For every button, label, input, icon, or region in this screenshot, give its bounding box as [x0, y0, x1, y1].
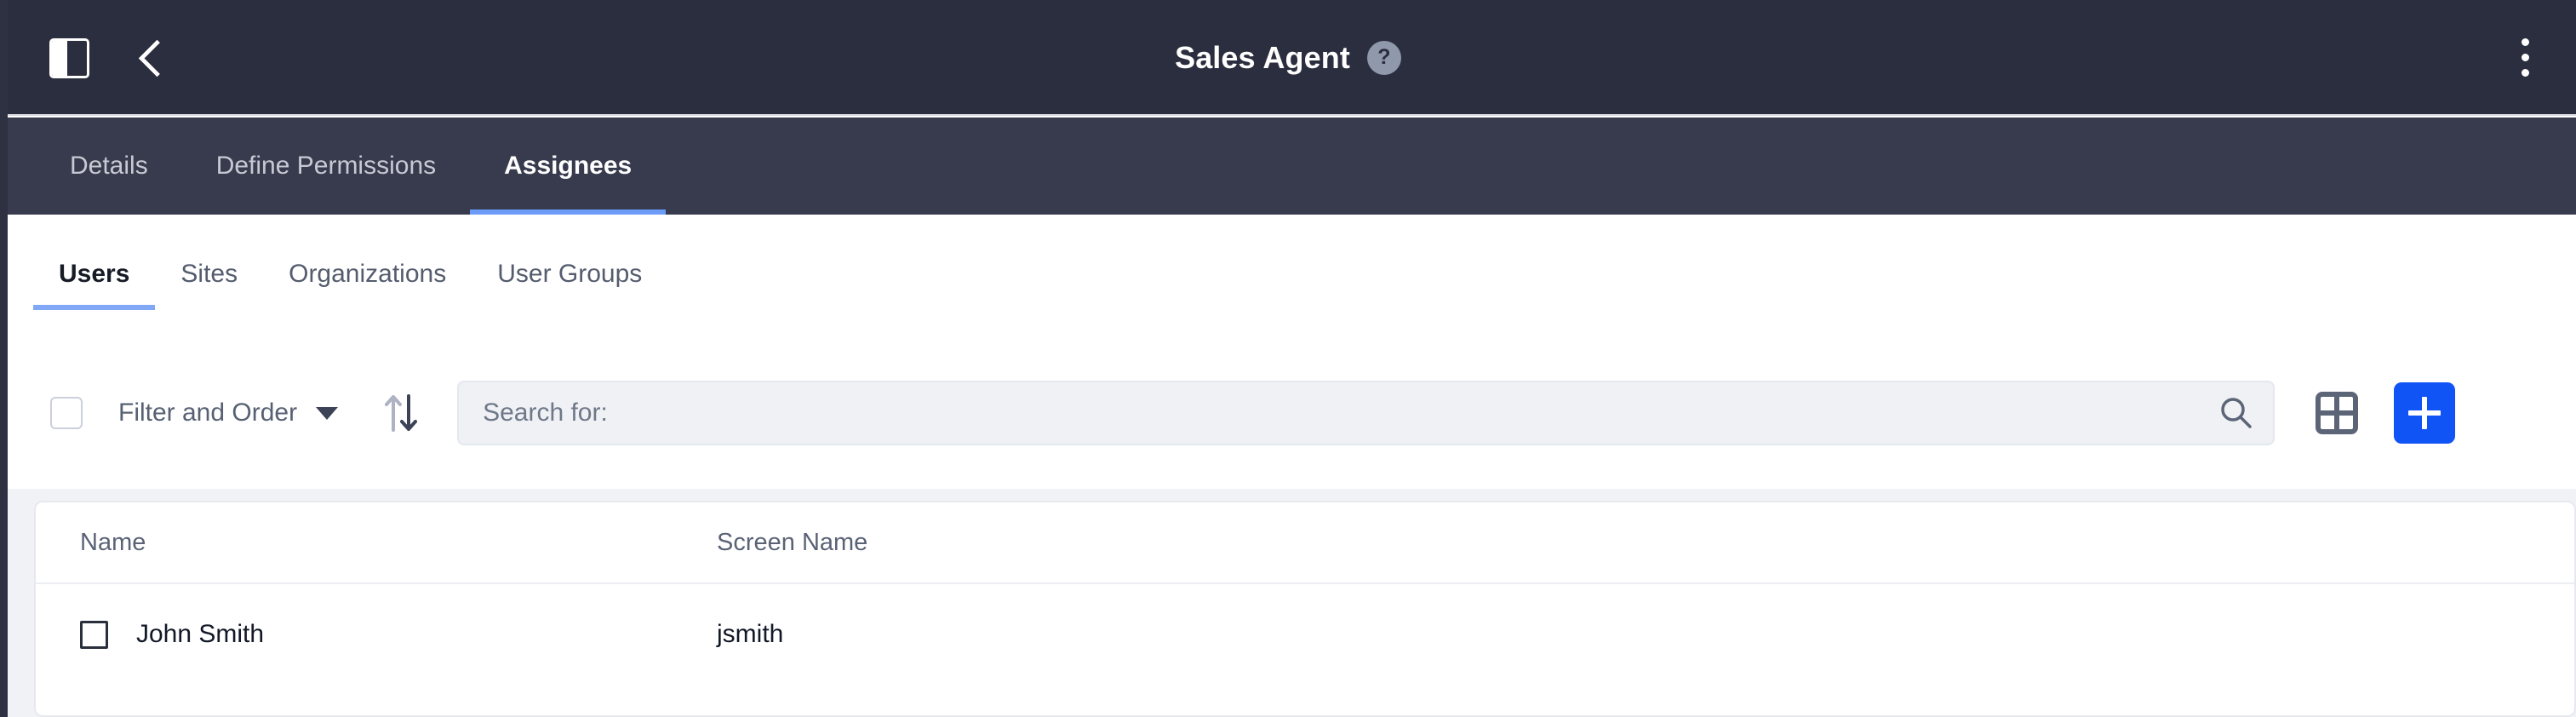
results-area: Name Screen Name John Smith jsmith: [8, 489, 2576, 717]
search-input[interactable]: [459, 382, 2201, 444]
kebab-dot: [2521, 68, 2529, 77]
filter-and-order-label: Filter and Order: [118, 399, 298, 427]
sub-tab-list: Users Sites Organizations User Groups: [33, 238, 667, 310]
tab-label: Define Permissions: [215, 152, 437, 180]
subtab-label: Users: [59, 260, 130, 288]
select-all-checkbox[interactable]: [50, 397, 83, 429]
header-left-controls: [49, 0, 168, 116]
cell-screen-name: jsmith: [717, 620, 784, 648]
tab-assignees[interactable]: Assignees: [470, 118, 667, 215]
app-root: Sales Agent ? Details Define Permissions…: [0, 0, 2576, 717]
assignees-panel: Users Sites Organizations User Groups Fi…: [8, 215, 2576, 489]
primary-tab-list: Details Define Permissions Assignees: [36, 118, 667, 215]
management-toolbar: Filter and Order: [8, 366, 2576, 460]
subtab-users[interactable]: Users: [33, 238, 156, 310]
primary-tab-bar: Details Define Permissions Assignees: [0, 118, 2576, 215]
plus-icon: [2408, 397, 2441, 429]
subtab-sites[interactable]: Sites: [155, 238, 263, 310]
subtab-organizations[interactable]: Organizations: [263, 238, 472, 310]
header-title-group: Sales Agent ?: [0, 0, 2576, 116]
page-title: Sales Agent: [1175, 40, 1350, 75]
table-header-row: Name Screen Name: [36, 502, 2574, 584]
magnifier-icon[interactable]: [2200, 382, 2273, 444]
kebab-vertical-icon[interactable]: [2506, 32, 2544, 83]
subtab-label: Organizations: [289, 260, 447, 288]
add-assignee-button[interactable]: [2394, 382, 2456, 444]
tab-label: Assignees: [504, 152, 633, 180]
grid-view-icon[interactable]: [2312, 388, 2361, 438]
row-select-checkbox[interactable]: [80, 620, 108, 649]
subtab-label: User Groups: [497, 260, 643, 288]
app-header: Sales Agent ?: [0, 0, 2576, 116]
assignees-table: Name Screen Name John Smith jsmith: [34, 501, 2576, 717]
tab-details[interactable]: Details: [36, 118, 182, 215]
kebab-dot: [2521, 37, 2529, 46]
subtab-user-groups[interactable]: User Groups: [472, 238, 667, 310]
chevron-left-icon[interactable]: [134, 37, 168, 79]
cell-name: John Smith: [136, 620, 265, 648]
side-panel-toggle-icon[interactable]: [49, 37, 89, 78]
search-field[interactable]: [457, 381, 2275, 445]
tab-label: Details: [70, 152, 148, 180]
table-row[interactable]: John Smith jsmith: [36, 584, 2574, 685]
column-header-screen-name[interactable]: Screen Name: [717, 529, 1483, 557]
help-icon[interactable]: ?: [1366, 41, 1401, 75]
chevron-down-icon: [316, 406, 339, 420]
left-rail: [0, 0, 8, 717]
kebab-dot: [2521, 53, 2529, 61]
sort-arrows-icon[interactable]: [382, 391, 420, 435]
column-header-name[interactable]: Name: [36, 529, 717, 557]
filter-and-order-dropdown[interactable]: Filter and Order: [118, 399, 339, 427]
subtab-label: Sites: [180, 260, 238, 288]
tab-define-permissions[interactable]: Define Permissions: [182, 118, 470, 215]
